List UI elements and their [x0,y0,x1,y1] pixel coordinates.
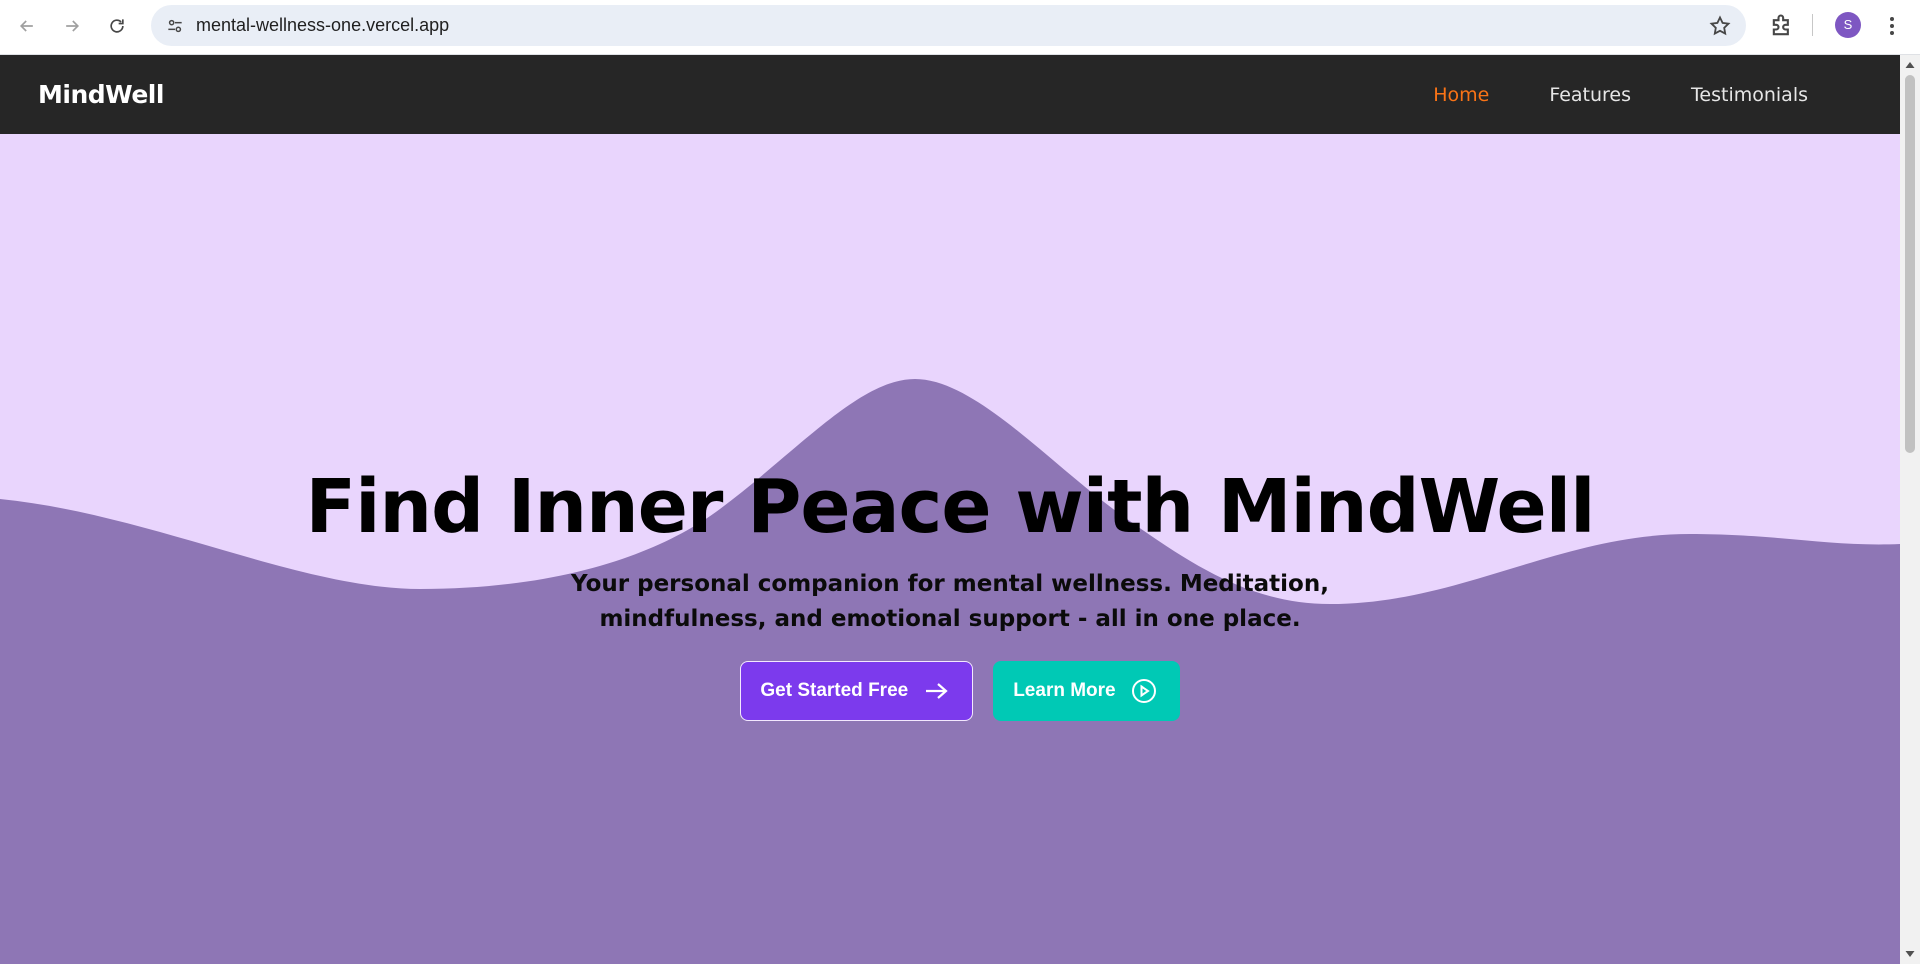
reload-button[interactable] [101,10,133,42]
nav-links: Home Features Testimonials [1433,55,1808,134]
scroll-down-arrow-icon[interactable] [1904,948,1916,960]
learn-more-label: Learn More [1013,680,1116,701]
address-bar[interactable]: mental-wellness-one.vercel.app [151,5,1746,46]
hero-section: Find Inner Peace with MindWell Your pers… [0,134,1900,964]
hero-subheadline: Your personal companion for mental welln… [571,571,1329,632]
scroll-up-arrow-icon[interactable] [1904,59,1916,71]
get-started-label: Get Started Free [760,680,909,701]
reload-icon [110,19,124,33]
site-navbar: MindWell Home Features Testimonials [0,55,1900,134]
nav-link-features[interactable]: Features [1549,84,1631,106]
scrollbar-thumb[interactable] [1905,75,1915,453]
hero-headline: Find Inner Peace with MindWell [305,464,1596,550]
puzzle-icon[interactable] [1768,12,1796,40]
learn-more-button[interactable]: Learn More [993,661,1180,721]
forward-button[interactable] [56,10,88,42]
star-icon[interactable] [1708,14,1732,38]
nav-link-testimonials[interactable]: Testimonials [1691,84,1808,106]
page-viewport: MindWell Home Features Testimonials Find… [0,55,1900,964]
nav-link-home[interactable]: Home [1433,84,1489,106]
toolbar-divider [1812,14,1813,36]
tune-icon [168,19,182,33]
browser-toolbar: mental-wellness-one.vercel.app S [0,0,1920,55]
arrow-left-icon [19,20,33,32]
brand-logo[interactable]: MindWell [38,55,164,134]
get-started-button[interactable]: Get Started Free [740,661,974,721]
profile-avatar[interactable]: S [1835,12,1861,38]
arrow-right-icon [926,683,948,699]
url-text[interactable]: mental-wellness-one.vercel.app [196,5,449,46]
play-circle-icon [1131,679,1156,703]
back-button[interactable] [11,10,43,42]
site-info-button[interactable] [163,14,187,38]
more-vertical-icon[interactable] [1880,12,1904,40]
arrow-right-icon [66,20,80,32]
hero-buttons: Get Started Free Learn More [0,661,1900,721]
page-scrollbar[interactable] [1900,55,1920,964]
